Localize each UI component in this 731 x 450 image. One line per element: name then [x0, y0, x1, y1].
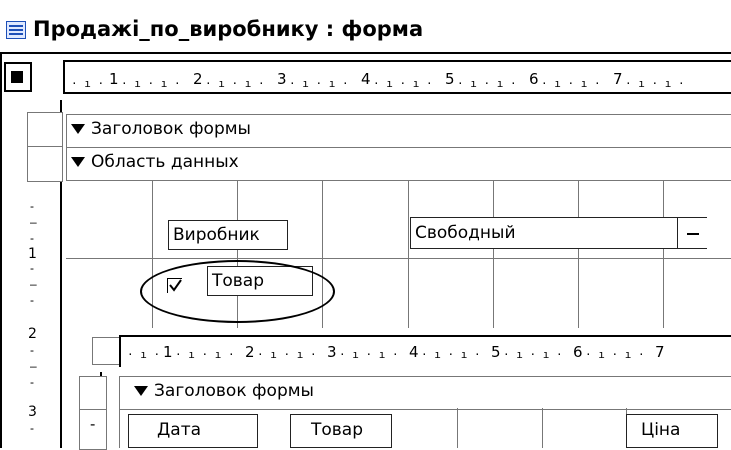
form-icon — [6, 21, 26, 39]
ruler-tick: · ı · — [71, 77, 105, 90]
subform-selector[interactable] — [92, 337, 120, 365]
subform-detail-selector[interactable]: - — [79, 409, 107, 450]
subform-header-selector[interactable] — [79, 376, 107, 411]
ruler-number: 1 — [28, 246, 37, 262]
vyrobnyk-combo[interactable]: Свободный — [410, 217, 708, 249]
title-bar[interactable]: Продажі_по_виробнику : форма — [0, 0, 731, 50]
header-section-selector[interactable] — [27, 112, 63, 148]
highlight-oval — [140, 260, 335, 323]
dropdown-arrow-icon — [687, 233, 699, 235]
form-header-bar[interactable]: Заголовок формы — [66, 114, 731, 148]
form-header-label: Заголовок формы — [91, 119, 251, 139]
ruler-tick: · ı · ı · — [625, 77, 685, 90]
ruler-tick: · ı · — [127, 348, 161, 361]
ruler-tick: – — [30, 277, 37, 291]
vyrobnyk-label[interactable]: Виробник — [168, 220, 288, 250]
column-header-data[interactable]: Дата — [128, 414, 258, 448]
ruler-tick: · ı · ı · — [457, 77, 517, 90]
subform-header-bar[interactable]: Заголовок формы — [119, 376, 731, 410]
ruler-number: 1 — [163, 343, 173, 361]
column-header-tovar[interactable]: Товар — [290, 414, 392, 448]
ruler-tick: - — [30, 199, 34, 213]
window-title: Продажі_по_виробнику : форма — [33, 17, 424, 41]
ruler-number: 2 — [245, 343, 255, 361]
ruler-tick: · ı · ı · — [175, 348, 235, 361]
ruler-number: 4 — [361, 70, 371, 88]
detail-section-selector[interactable] — [27, 146, 63, 182]
detail-section-bar[interactable]: Область данных — [66, 147, 731, 181]
ruler-number: 4 — [409, 343, 419, 361]
horizontal-ruler[interactable]: · ı · 1 · ı · ı · 2 · ı · ı · 3 · ı · ı … — [63, 60, 731, 94]
ruler-tick: · ı · ı · — [585, 348, 645, 361]
section-arrow-icon — [134, 386, 148, 396]
ruler-tick: – — [30, 359, 37, 373]
ruler-tick: · ı · ı · — [541, 77, 601, 90]
ruler-tick: - — [30, 293, 34, 307]
ruler-number: 3 — [327, 343, 337, 361]
form-selector-square-icon — [11, 71, 23, 83]
ruler-number: 6 — [529, 70, 539, 88]
ruler-number: 7 — [613, 70, 623, 88]
ruler-number: 1 — [109, 70, 119, 88]
combo-value: Свободный — [415, 223, 516, 243]
detail-section-label: Область данных — [91, 152, 239, 172]
ruler-number: 3 — [28, 404, 37, 420]
ruler-number: 5 — [491, 343, 501, 361]
column-header-tsina[interactable]: Ціна — [626, 414, 718, 448]
ruler-tick: - — [30, 261, 34, 275]
ruler-tick: · ı · ı · — [421, 348, 481, 361]
ruler-tick: - — [30, 231, 34, 245]
ruler-tick: · ı · ı · — [289, 77, 349, 90]
ruler-tick: · ı · ı · — [373, 77, 433, 90]
ruler-tick: · ı · ı · — [205, 77, 265, 90]
subform-horizontal-ruler[interactable]: · ı · 1 · ı · ı · 2 · ı · ı · 3 · ı · ı … — [119, 335, 731, 367]
combo-dropdown-button[interactable] — [677, 218, 708, 248]
subform-header-label: Заголовок формы — [154, 381, 314, 401]
ruler-tick: · ı · ı · — [121, 77, 181, 90]
ruler-tick: · ı · ı · — [339, 348, 399, 361]
section-arrow-icon — [71, 157, 85, 167]
ruler-number: 2 — [193, 70, 203, 88]
section-arrow-icon — [71, 124, 85, 134]
ruler-tick: - — [30, 343, 34, 357]
ruler-tick: - — [30, 421, 34, 435]
ruler-number: 2 — [28, 326, 37, 342]
ruler-tick: · ı · ı · — [503, 348, 563, 361]
ruler-tick: - — [30, 375, 34, 389]
ruler-tick: · ı · ı · — [257, 348, 317, 361]
ruler-number: 6 — [573, 343, 583, 361]
ruler-tick: – — [30, 215, 37, 229]
ruler-number: 5 — [445, 70, 455, 88]
row-marker: - — [90, 416, 96, 433]
ruler-number: 7 — [655, 343, 665, 361]
ruler-number: 3 — [277, 70, 287, 88]
